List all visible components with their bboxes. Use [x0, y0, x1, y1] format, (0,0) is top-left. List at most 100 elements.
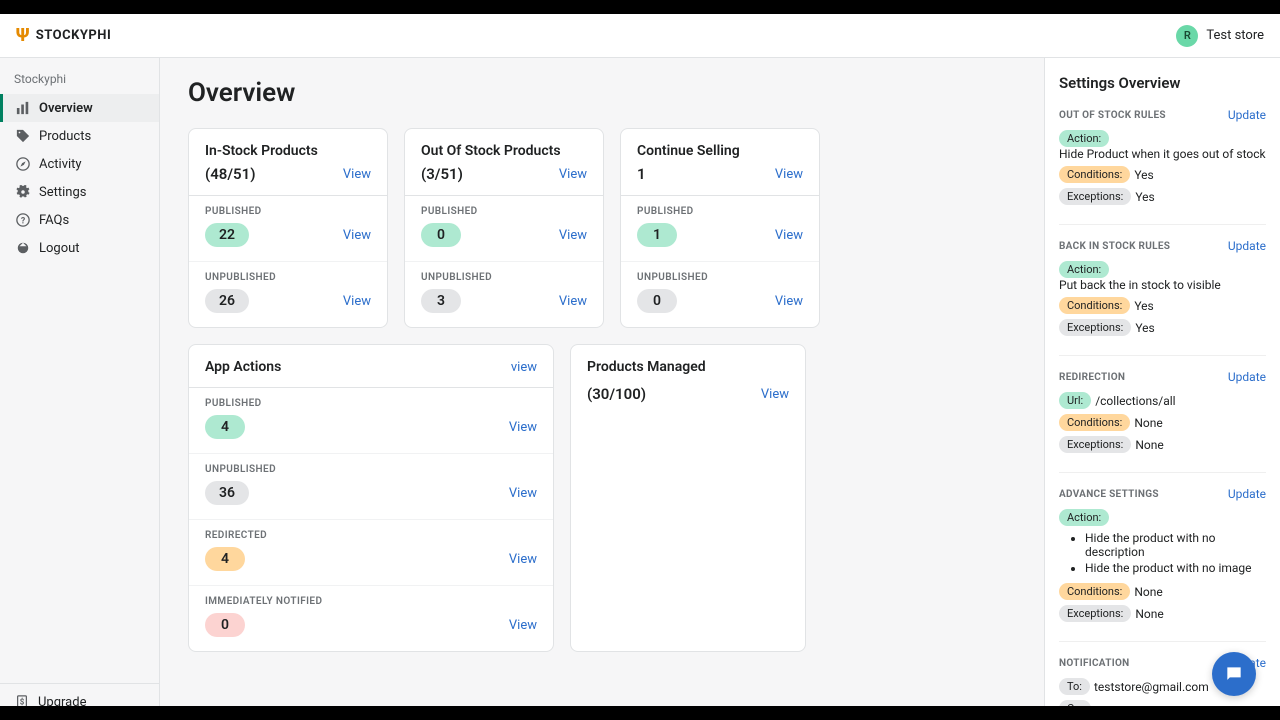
- url-value: /collections/all: [1095, 394, 1175, 408]
- card-ratio: (48/51): [205, 165, 255, 183]
- advance-action-list: Hide the product with no description Hid…: [1085, 531, 1266, 575]
- card-title: App Actions: [205, 359, 281, 375]
- sidebar-item-products[interactable]: Products: [0, 122, 159, 150]
- published-count: 0: [421, 223, 461, 247]
- section-heading: OUT OF STOCK RULES: [1059, 110, 1166, 121]
- card-title: Continue Selling: [637, 143, 803, 159]
- card-instock: In-Stock Products (48/51) View PUBLISHED…: [188, 128, 388, 328]
- view-link[interactable]: View: [775, 228, 803, 243]
- redirected-count: 4: [205, 547, 245, 571]
- store-switcher[interactable]: R Test store: [1176, 25, 1264, 47]
- exceptions-value: Yes: [1135, 190, 1154, 204]
- list-item: Hide the product with no description: [1085, 531, 1266, 559]
- conditions-chip: Conditions:: [1059, 414, 1130, 431]
- view-link[interactable]: View: [343, 294, 371, 309]
- sidebar-item-faqs[interactable]: ? FAQs: [0, 206, 159, 234]
- card-title: In-Stock Products: [205, 143, 371, 159]
- sidebar-item-settings[interactable]: Settings: [0, 178, 159, 206]
- row-label: PUBLISHED: [205, 206, 371, 217]
- exceptions-value: None: [1135, 438, 1163, 452]
- store-name: Test store: [1206, 28, 1264, 43]
- app-header: Ψ STOCKYPHI R Test store: [0, 14, 1280, 58]
- url-chip: Url:: [1059, 392, 1091, 409]
- unpublished-count: 36: [205, 481, 249, 505]
- conditions-value: Yes: [1134, 299, 1153, 313]
- action-value: Hide Product when it goes out of stock: [1059, 147, 1266, 161]
- row-label: PUBLISHED: [637, 206, 803, 217]
- action-value: Put back the in stock to visible: [1059, 278, 1221, 292]
- sidebar-item-logout[interactable]: Logout: [0, 234, 159, 262]
- chat-icon: [1224, 664, 1244, 684]
- notified-count: 0: [205, 613, 245, 637]
- section-bis-rules: BACK IN STOCK RULES Update Action:Put ba…: [1059, 239, 1266, 356]
- section-heading: ADVANCE SETTINGS: [1059, 489, 1159, 500]
- list-item: Hide the product with no image: [1085, 561, 1266, 575]
- action-chip: Action:: [1059, 261, 1109, 278]
- sidebar-item-label: Logout: [39, 241, 80, 256]
- card-title: Products Managed: [587, 359, 789, 375]
- update-link[interactable]: Update: [1228, 370, 1266, 384]
- letterbox-top: [0, 0, 1280, 14]
- unpublished-count: 0: [637, 289, 677, 313]
- row-label: UNPUBLISHED: [205, 272, 371, 283]
- exceptions-value: None: [1135, 607, 1163, 621]
- conditions-value: None: [1134, 585, 1162, 599]
- view-link[interactable]: View: [775, 294, 803, 309]
- row-label: PUBLISHED: [421, 206, 587, 217]
- exceptions-chip: Exceptions:: [1059, 436, 1131, 453]
- update-link[interactable]: Update: [1228, 239, 1266, 253]
- sidebar-item-activity[interactable]: Activity: [0, 150, 159, 178]
- sidebar-item-label: FAQs: [39, 213, 69, 228]
- help-icon: ?: [15, 212, 31, 228]
- to-value: teststore@gmail.com: [1094, 680, 1209, 694]
- sidebar-item-label: Activity: [39, 157, 82, 172]
- logout-icon: [15, 240, 31, 256]
- action-chip: Action:: [1059, 130, 1109, 147]
- sidebar-item-overview[interactable]: Overview: [0, 94, 159, 122]
- card-ratio: (3/51): [421, 165, 463, 183]
- avatar: R: [1176, 25, 1198, 47]
- view-link[interactable]: View: [509, 486, 537, 501]
- to-chip: To:: [1059, 678, 1090, 695]
- card-title: Out Of Stock Products: [421, 143, 587, 159]
- card-products-managed: Products Managed (30/100) View: [570, 344, 806, 652]
- published-count: 1: [637, 223, 677, 247]
- card-continue-selling: Continue Selling 1 View PUBLISHED 1 View…: [620, 128, 820, 328]
- published-count: 4: [205, 415, 245, 439]
- view-link[interactable]: View: [509, 552, 537, 567]
- row-label: UNPUBLISHED: [205, 464, 537, 475]
- exceptions-value: Yes: [1135, 321, 1154, 335]
- gear-icon: [15, 184, 31, 200]
- view-link[interactable]: view: [511, 360, 537, 375]
- view-link[interactable]: View: [343, 167, 371, 182]
- card-ratio: 1: [637, 165, 646, 183]
- sidebar: Stockyphi Overview Products Activity: [0, 58, 160, 720]
- view-link[interactable]: View: [559, 294, 587, 309]
- settings-overview-panel: Settings Overview OUT OF STOCK RULES Upd…: [1044, 58, 1280, 720]
- update-link[interactable]: Update: [1228, 487, 1266, 501]
- update-link[interactable]: Update: [1228, 108, 1266, 122]
- section-heading: REDIRECTION: [1059, 372, 1125, 383]
- compass-icon: [15, 156, 31, 172]
- panel-title: Settings Overview: [1059, 74, 1266, 92]
- published-count: 22: [205, 223, 249, 247]
- section-advance-settings: ADVANCE SETTINGS Update Action: Hide the…: [1059, 487, 1266, 642]
- view-link[interactable]: View: [761, 387, 789, 402]
- exceptions-chip: Exceptions:: [1059, 605, 1131, 622]
- view-link[interactable]: View: [559, 167, 587, 182]
- conditions-chip: Conditions:: [1059, 583, 1130, 600]
- view-link[interactable]: View: [775, 167, 803, 182]
- card-app-actions: App Actions view PUBLISHED 4 View UNPUBL…: [188, 344, 554, 652]
- chat-button[interactable]: [1212, 652, 1256, 696]
- section-oos-rules: OUT OF STOCK RULES Update Action:Hide Pr…: [1059, 108, 1266, 225]
- view-link[interactable]: View: [509, 420, 537, 435]
- sidebar-item-label: Overview: [39, 101, 93, 116]
- view-link[interactable]: View: [559, 228, 587, 243]
- view-link[interactable]: View: [343, 228, 371, 243]
- conditions-chip: Conditions:: [1059, 166, 1130, 183]
- section-heading: NOTIFICATION: [1059, 658, 1130, 669]
- view-link[interactable]: View: [509, 618, 537, 633]
- main-content: Overview In-Stock Products (48/51) View …: [160, 58, 1044, 720]
- card-outofstock: Out Of Stock Products (3/51) View PUBLIS…: [404, 128, 604, 328]
- row-label: REDIRECTED: [205, 530, 537, 541]
